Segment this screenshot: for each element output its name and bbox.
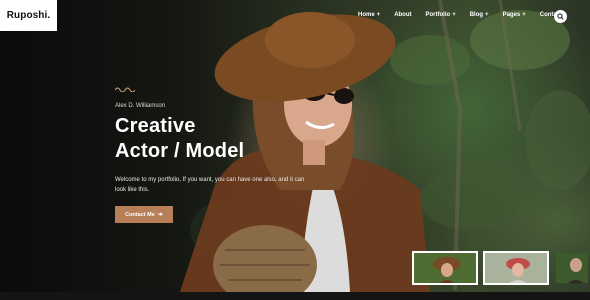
- slide-thumbnail[interactable]: [554, 251, 590, 285]
- hero-section: Ruposhi. Home + About Portfolio + Blog +…: [0, 0, 590, 292]
- search-icon: [557, 13, 564, 20]
- nav-item-blog[interactable]: Blog +: [470, 12, 489, 18]
- plus-icon: +: [376, 12, 381, 18]
- hero-subtitle: Alex D. Williamson: [115, 103, 166, 109]
- plus-icon: +: [522, 12, 526, 18]
- nav-item-pages[interactable]: Pages +: [503, 12, 526, 18]
- nav-item-home[interactable]: Home +: [358, 12, 380, 18]
- logo[interactable]: Ruposhi.: [0, 0, 57, 31]
- cta-label: Contact Me: [125, 211, 155, 218]
- hero-description: Welcome to my portfolio, If you want, yo…: [115, 177, 305, 193]
- plus-icon: +: [452, 12, 456, 18]
- search-button[interactable]: [554, 10, 567, 23]
- contact-me-button[interactable]: Contact Me ➜: [115, 206, 173, 223]
- squiggle-decoration: [115, 87, 135, 92]
- arrow-right-icon: ➜: [157, 212, 163, 218]
- nav-item-label: Blog: [469, 12, 484, 18]
- slide-thumbnail[interactable]: [483, 251, 549, 285]
- plus-icon: +: [485, 12, 489, 18]
- hero-title: Creative Actor / Model: [115, 114, 244, 164]
- hero-background-photo: [180, 0, 590, 292]
- nav-item-label: Portfolio: [425, 12, 451, 18]
- slide-thumbnail[interactable]: [412, 251, 478, 285]
- thumbnail-strip: [412, 251, 590, 285]
- nav-item-label: Home: [358, 12, 375, 18]
- hero-title-line: Creative: [115, 115, 196, 137]
- nav-item-label: About: [394, 12, 412, 18]
- nav-item-about[interactable]: About: [394, 12, 411, 18]
- page-bottom-strip: [0, 292, 590, 300]
- nav-item-portfolio[interactable]: Portfolio +: [426, 12, 456, 18]
- nav-item-label: Pages: [502, 12, 521, 18]
- hero-title-line: Actor / Model: [115, 140, 245, 162]
- main-navigation: Home + About Portfolio + Blog + Pages + …: [358, 12, 562, 18]
- logo-text: Ruposhi.: [6, 10, 51, 21]
